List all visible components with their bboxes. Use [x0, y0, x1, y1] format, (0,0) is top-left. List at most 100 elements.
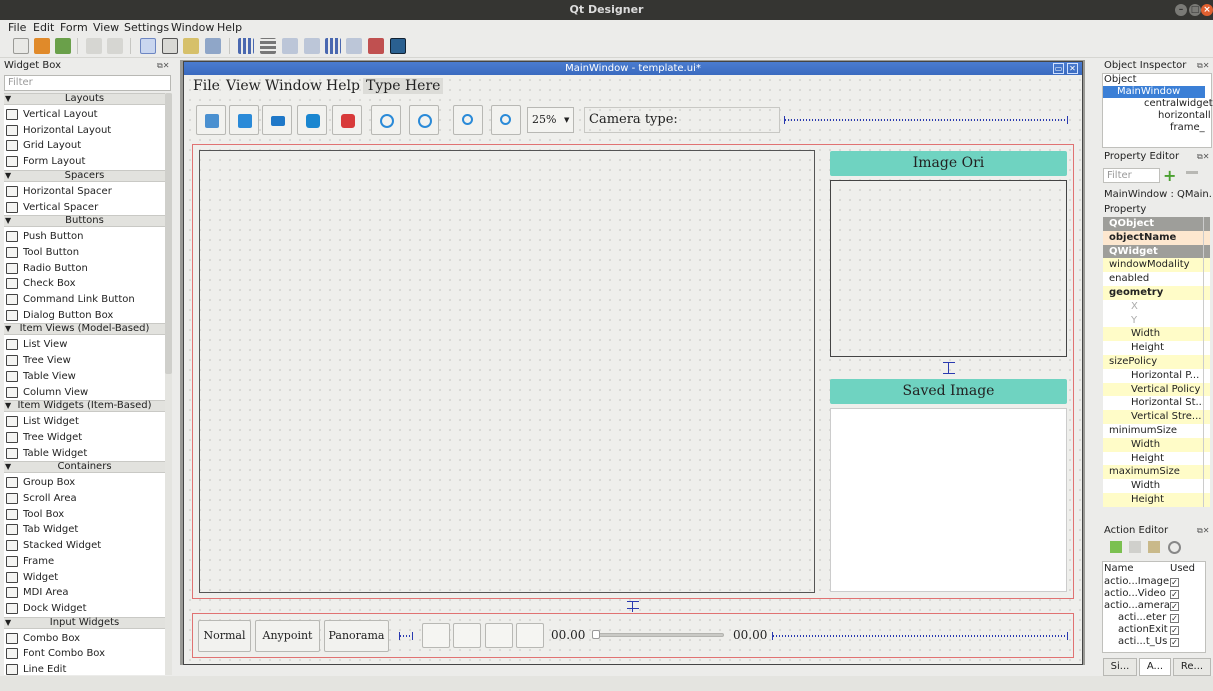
widget-box-filter-input[interactable]: Filter [4, 75, 171, 91]
dock-float-close-icon[interactable]: ⧉✕ [1197, 526, 1209, 536]
property-value-cell[interactable] [1203, 327, 1210, 342]
widget-item[interactable]: Tree View [4, 353, 165, 368]
property-value-cell[interactable] [1203, 355, 1210, 369]
form-menu-help[interactable]: Help [326, 78, 360, 94]
widget-item[interactable]: Tool Box [4, 507, 165, 522]
widget-item[interactable]: Combo Box [4, 631, 165, 646]
saved-image-list[interactable] [830, 408, 1067, 592]
tree-item-horizontal-layout[interactable]: horizontall [1144, 110, 1211, 122]
layout-form-icon[interactable] [346, 38, 362, 54]
widget-item[interactable]: Horizontal Layout [4, 123, 165, 138]
layout-h-splitter-icon[interactable] [282, 38, 298, 54]
tab-resource-browser[interactable]: Re... [1173, 658, 1211, 676]
widget-item[interactable]: Widget [4, 570, 165, 585]
widget-item[interactable]: Tool Button [4, 245, 165, 260]
widget-item[interactable]: Form Layout [4, 154, 165, 169]
widget-item[interactable]: Frame [4, 554, 165, 569]
property-value-cell[interactable] [1203, 286, 1210, 300]
edit-signals-icon[interactable] [162, 38, 178, 54]
property-row[interactable]: Height [1103, 341, 1203, 356]
widget-item[interactable]: Dialog Button Box [4, 308, 165, 323]
new-action-icon[interactable] [1110, 541, 1122, 553]
widget-category-header[interactable]: ▼ Item Widgets (Item-Based) [4, 400, 165, 413]
menu-help[interactable]: Help [217, 20, 242, 36]
menu-window[interactable]: Window [171, 20, 214, 36]
layout-horizontal-icon[interactable] [238, 38, 254, 54]
widget-category-header[interactable]: ▼ Buttons [4, 215, 165, 228]
property-value-cell[interactable] [1203, 382, 1210, 397]
property-row[interactable]: Vertical Policy [1103, 382, 1203, 397]
widget-item[interactable]: MDI Area [4, 585, 165, 600]
menu-form[interactable]: Form [60, 20, 88, 36]
adjust-size-icon[interactable] [390, 38, 406, 54]
normal-mode-button[interactable]: Normal [198, 620, 251, 652]
control-button-3[interactable] [485, 623, 513, 648]
widget-item[interactable]: Line Edit [4, 662, 165, 675]
property-row[interactable]: Height [1103, 493, 1203, 507]
widget-item[interactable]: Vertical Layout [4, 107, 165, 122]
layout-grid-icon[interactable] [325, 38, 341, 54]
edit-tab-order-icon[interactable] [205, 38, 221, 54]
property-row[interactable]: Y [1103, 313, 1203, 328]
layout-v-splitter-icon[interactable] [304, 38, 320, 54]
panorama-mode-button[interactable]: Panorama [324, 620, 389, 652]
action-row[interactable]: actio...Video [1104, 588, 1166, 600]
edit-widgets-icon[interactable] [140, 38, 156, 54]
property-row[interactable]: Width [1103, 327, 1203, 342]
property-value-cell[interactable] [1203, 368, 1210, 383]
open-image-button[interactable] [196, 105, 226, 135]
property-row[interactable]: Width [1103, 437, 1203, 452]
menu-file[interactable]: File [8, 20, 26, 36]
property-value-cell[interactable] [1203, 479, 1210, 494]
undo-icon[interactable] [86, 38, 102, 54]
dock-float-close-icon[interactable]: ⧉✕ [157, 61, 169, 71]
tree-item-frame[interactable]: frame_ [1156, 122, 1205, 134]
property-row[interactable]: X [1103, 299, 1203, 314]
property-row[interactable]: enabled [1103, 272, 1203, 287]
property-row[interactable]: QObject [1103, 217, 1203, 231]
property-value-cell[interactable] [1203, 258, 1210, 273]
property-row[interactable]: Horizontal P... [1103, 368, 1203, 383]
redo-icon[interactable] [107, 38, 123, 54]
widget-item[interactable]: List Widget [4, 414, 165, 429]
property-row[interactable]: geometry [1103, 286, 1203, 300]
zoom-out-button[interactable] [453, 105, 483, 135]
menu-view[interactable]: View [93, 20, 119, 36]
property-row[interactable]: maximumSize [1103, 465, 1203, 480]
menu-settings[interactable]: Settings [124, 20, 169, 36]
property-value-cell[interactable] [1203, 437, 1210, 452]
widget-item[interactable]: Scroll Area [4, 491, 165, 506]
record-button[interactable] [332, 105, 362, 135]
widget-item[interactable]: Stacked Widget [4, 538, 165, 553]
tab-signal-slot-editor[interactable]: Si... [1103, 658, 1137, 676]
property-value-cell[interactable] [1203, 313, 1210, 328]
maximize-icon[interactable]: □ [1189, 4, 1201, 16]
control-button-4[interactable] [516, 623, 544, 648]
open-video-button[interactable] [229, 105, 259, 135]
property-row[interactable]: Horizontal St... [1103, 396, 1203, 411]
edit-buddies-icon[interactable] [183, 38, 199, 54]
form-close-icon[interactable]: ✕ [1067, 63, 1078, 74]
form-menu-type-here[interactable]: Type Here [363, 78, 444, 94]
menu-edit[interactable]: Edit [33, 20, 54, 36]
action-used-checkbox[interactable]: ✓ [1170, 602, 1179, 611]
property-row[interactable]: minimumSize [1103, 424, 1203, 438]
capture-button[interactable] [297, 105, 327, 135]
control-button-2[interactable] [453, 623, 481, 648]
widget-item[interactable]: Check Box [4, 276, 165, 291]
property-row[interactable]: objectName [1103, 230, 1203, 245]
property-value-cell[interactable] [1203, 465, 1210, 480]
property-row[interactable]: Height [1103, 451, 1203, 466]
copy-action-icon[interactable] [1129, 541, 1141, 553]
property-value-cell[interactable] [1203, 410, 1210, 425]
property-value-cell[interactable] [1203, 299, 1210, 314]
widget-item[interactable]: Column View [4, 385, 165, 400]
property-value-cell[interactable] [1203, 230, 1210, 245]
widget-category-header[interactable]: ▼ Containers [4, 461, 165, 474]
delete-action-icon[interactable] [1168, 541, 1181, 554]
image-ori-frame[interactable] [830, 180, 1067, 357]
property-filter-input[interactable]: Filter [1103, 168, 1160, 183]
widget-category-header[interactable]: ▼ Item Views (Model-Based) [4, 323, 165, 336]
property-value-cell[interactable] [1203, 451, 1210, 466]
save-form-icon[interactable] [55, 38, 71, 54]
